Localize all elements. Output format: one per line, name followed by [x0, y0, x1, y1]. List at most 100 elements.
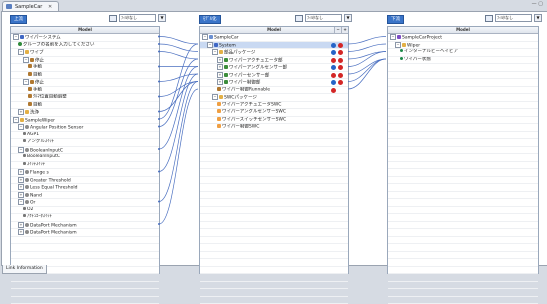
collapse-toggle-icon[interactable]: −: [23, 79, 29, 85]
tree-row[interactable]: −Or: [11, 199, 159, 207]
tree-row[interactable]: +ワイパーアクチュエータ部: [200, 57, 348, 65]
expand-toggle-icon[interactable]: +: [217, 72, 223, 78]
tree-row[interactable]: インターナルビーヘイビア: [388, 49, 538, 57]
expand-toggle-icon[interactable]: +: [217, 79, 223, 85]
tree-row[interactable]: −SWCパッケージ: [200, 94, 348, 102]
link-out-marker-icon[interactable]: [338, 43, 343, 48]
tree-row[interactable]: −ワイプ: [11, 49, 159, 57]
link-information-tab[interactable]: Link Information: [2, 265, 47, 274]
tree-row[interactable]: +洗浄: [11, 109, 159, 117]
link-out-marker-icon[interactable]: [338, 58, 343, 63]
tree-row[interactable]: −SampleCar: [200, 34, 348, 42]
middle-column-header[interactable]: Model − +: [200, 27, 348, 34]
link-out-marker-icon[interactable]: [331, 88, 336, 93]
right-filter-select[interactable]: ﾌｨﾙﾀなし: [495, 14, 532, 22]
middle-filter-select[interactable]: ﾌｨﾙﾀなし: [305, 14, 342, 22]
trace-link-line[interactable]: [348, 59, 386, 89]
left-column-header[interactable]: Model: [11, 27, 159, 34]
trace-link-line[interactable]: [348, 37, 386, 45]
expand-button[interactable]: +: [341, 27, 348, 33]
expand-toggle-icon[interactable]: +: [18, 169, 24, 175]
collapse-toggle-icon[interactable]: −: [23, 57, 29, 63]
link-out-marker-icon[interactable]: [331, 73, 336, 78]
trace-link-line[interactable]: [348, 52, 386, 67]
collapse-toggle-icon[interactable]: −: [13, 117, 19, 123]
link-in-marker-icon[interactable]: [331, 65, 336, 70]
trace-link-line[interactable]: [159, 67, 198, 150]
tree-row[interactable]: +DataPort Mechanism: [11, 229, 159, 237]
expand-toggle-icon[interactable]: +: [18, 222, 24, 228]
expand-toggle-icon[interactable]: +: [18, 177, 24, 183]
tree-row[interactable]: ワイパー状態: [388, 57, 538, 65]
trace-link-line[interactable]: [159, 74, 198, 82]
tree-row[interactable]: 手動: [11, 64, 159, 72]
collapse-toggle-icon[interactable]: −: [212, 94, 218, 100]
link-out-marker-icon[interactable]: [338, 73, 343, 78]
collapse-toggle-icon[interactable]: −: [390, 34, 396, 40]
trace-link-line[interactable]: [159, 82, 198, 112]
tree-row[interactable]: O2: [11, 207, 159, 215]
tree-row[interactable]: ワイパースイッチセンサーSWC: [200, 117, 348, 125]
tree-row[interactable]: 自動: [11, 72, 159, 80]
right-column-header[interactable]: Model: [388, 27, 538, 34]
expand-toggle-icon[interactable]: +: [217, 57, 223, 63]
trace-link-line[interactable]: [348, 44, 386, 52]
trace-link-line[interactable]: [159, 74, 198, 172]
collapse-toggle-icon[interactable]: −: [18, 199, 24, 205]
trace-link-line[interactable]: [348, 52, 386, 60]
collapse-toggle-icon[interactable]: −: [395, 42, 401, 48]
link-out-marker-icon[interactable]: [331, 58, 336, 63]
filter-icon[interactable]: [485, 15, 493, 22]
collapse-toggle-icon[interactable]: −: [202, 34, 208, 40]
tree-row[interactable]: +ワイパー制御部: [200, 79, 348, 87]
link-in-marker-icon[interactable]: [331, 43, 336, 48]
trace-link-line[interactable]: [348, 59, 386, 74]
tree-row[interactable]: ワイパーアクチュエータSWC: [200, 102, 348, 110]
tree-row[interactable]: ｽｲｯﾁｽｲｯﾁ: [11, 162, 159, 170]
tree-row[interactable]: BooleanInputC: [11, 154, 159, 162]
tree-row[interactable]: −System: [200, 42, 348, 50]
trace-link-line[interactable]: [159, 89, 198, 224]
tree-row[interactable]: 自動: [11, 102, 159, 110]
tree-row[interactable]: 手動: [11, 87, 159, 95]
tree-row[interactable]: −停止: [11, 79, 159, 87]
link-in-marker-icon[interactable]: [331, 50, 336, 55]
trace-link-line[interactable]: [159, 82, 198, 97]
left-filter-select[interactable]: ﾌｨﾙﾀなし: [119, 14, 156, 22]
expand-toggle-icon[interactable]: +: [18, 229, 24, 235]
collapse-toggle-icon[interactable]: −: [212, 49, 218, 55]
tree-row[interactable]: +Greater Threshold: [11, 177, 159, 185]
tree-row[interactable]: ワイパー制御Runnable: [200, 87, 348, 95]
tree-row[interactable]: +ワイパーセンサー部: [200, 72, 348, 80]
collapse-toggle-icon[interactable]: −: [18, 124, 24, 130]
chevron-down-icon[interactable]: ▼: [534, 14, 542, 22]
tree-row[interactable]: グループの名前を入力してください: [11, 42, 159, 50]
expand-toggle-icon[interactable]: +: [18, 192, 24, 198]
trace-link-line[interactable]: [159, 52, 198, 60]
collapse-toggle-icon[interactable]: −: [18, 49, 24, 55]
tree-row[interactable]: −SampleCarProject: [388, 34, 538, 42]
tree-row[interactable]: −Wiper: [388, 42, 538, 50]
chevron-down-icon[interactable]: ▼: [344, 14, 352, 22]
tree-row[interactable]: +ワイパーアングルセンサー部: [200, 64, 348, 72]
tree-row[interactable]: −ワイパーシステム: [11, 34, 159, 42]
filter-icon[interactable]: [295, 15, 303, 22]
trace-link-line[interactable]: [159, 82, 198, 202]
tree-row[interactable]: +Flange s: [11, 169, 159, 177]
tree-row[interactable]: ワイパーアングルセンサーSWC: [200, 109, 348, 117]
tree-row[interactable]: AGP1: [11, 132, 159, 140]
trace-link-line[interactable]: [348, 59, 386, 82]
collapse-toggle-icon[interactable]: −: [18, 147, 24, 153]
expand-toggle-icon[interactable]: +: [18, 109, 24, 115]
chevron-down-icon[interactable]: ▼: [158, 14, 166, 22]
collapse-button[interactable]: −: [334, 27, 341, 33]
tree-row[interactable]: ｱｸﾁｭｴｰﾀｽｲｯﾁ: [11, 214, 159, 222]
tree-row[interactable]: −停止: [11, 57, 159, 65]
tree-row[interactable]: −BooleanInputC: [11, 147, 159, 155]
link-out-marker-icon[interactable]: [338, 50, 343, 55]
tree-row[interactable]: −SampleWiper: [11, 117, 159, 125]
collapse-toggle-icon[interactable]: −: [13, 34, 19, 40]
link-in-marker-icon[interactable]: [331, 80, 336, 85]
close-tab-icon[interactable]: ✕: [48, 4, 52, 10]
collapse-toggle-icon[interactable]: −: [207, 42, 213, 48]
